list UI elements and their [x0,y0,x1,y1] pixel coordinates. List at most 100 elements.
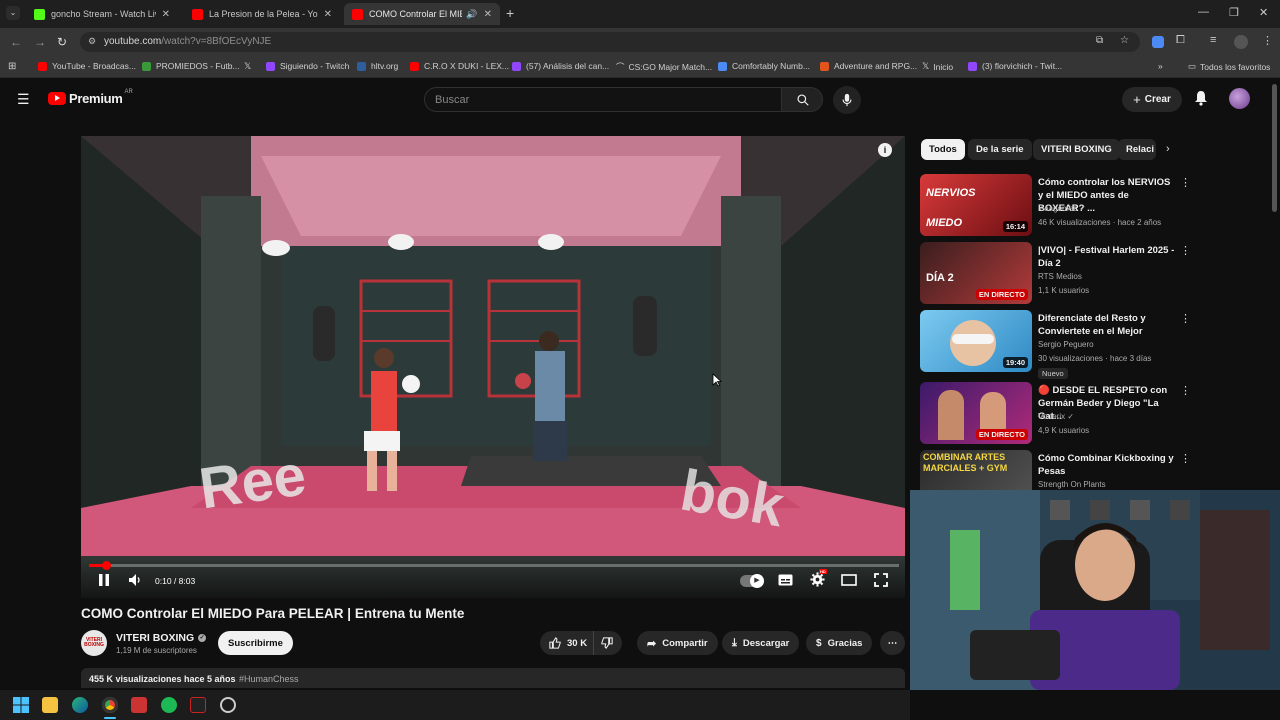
youtube-premium-logo[interactable]: Premium AR [48,89,133,106]
bookmark-item[interactable]: 𝕏 Inicio [922,61,953,72]
extensions-puzzle-icon[interactable]: ⧠ [1176,34,1185,47]
subtitles-button[interactable] [778,574,793,589]
close-window-icon[interactable]: ✕ [1259,6,1268,19]
close-tab-icon[interactable]: ✕ [324,9,332,20]
address-bar[interactable]: ⚙ youtube.com/watch?v=8BfOEcVyNJE ⧉ ☆ [80,32,1140,52]
channel-avatar[interactable]: VITERI BOXING [81,630,107,656]
video-thumbnail[interactable]: EN DIRECTO [920,382,1032,444]
browser-tab-youtube-presion[interactable]: La Presion de la Pelea - YouTub ✕ [184,3,340,25]
close-tab-icon[interactable]: ✕ [484,9,492,20]
bookmark-item[interactable]: hltv.org [357,61,398,71]
account-avatar[interactable] [1229,88,1250,109]
streaming-app-icon[interactable] [131,697,147,713]
download-button[interactable]: ⤓ Descargar [722,631,800,655]
create-button[interactable]: + Crear [1122,87,1182,112]
bookmark-item[interactable]: Siguiendo - Twitch [266,61,349,71]
bookmark-item[interactable]: YouTube - Broadcas... [38,61,136,71]
new-tab-icon[interactable]: + [506,5,514,21]
bookmark-item[interactable]: (57) Análisis del can... [512,61,609,71]
bookmark-item[interactable]: Comfortably Numb... [718,61,810,71]
forward-icon[interactable]: → [34,35,46,49]
more-vertical-icon[interactable]: ⋮ [1180,312,1191,325]
media-controls-icon[interactable]: ≡ [1210,34,1216,46]
spotify-icon[interactable] [161,697,177,713]
bookmark-item[interactable]: C.R.O X DUKI - LEX... [410,61,509,71]
reload-icon[interactable]: ↻ [57,35,67,49]
page-scrollbar[interactable] [1272,84,1277,212]
bookmarks-overflow-icon[interactable]: » [1158,61,1163,71]
settings-button[interactable]: HD [810,569,827,590]
pause-button[interactable] [98,573,110,590]
edge-browser-icon[interactable] [72,697,88,713]
like-button[interactable]: 30 K [540,631,594,655]
bookmark-item[interactable]: ⌒ CS:GO Major Match... [616,61,712,73]
share-button[interactable]: ➦ Compartir [637,631,718,655]
file-explorer-icon[interactable] [42,697,58,713]
hashtag-link[interactable]: #HumanChess [239,674,299,684]
close-tab-icon[interactable]: ✕ [162,9,170,20]
minimize-icon[interactable]: — [1198,6,1209,18]
profile-avatar[interactable] [1234,35,1248,49]
hamburger-menu-icon[interactable]: ☰ [17,91,30,108]
more-vertical-icon[interactable]: ⋮ [1180,244,1191,257]
game-launcher-icon[interactable] [190,697,206,713]
bookmark-item[interactable]: (3) florvichich - Twit... [968,61,1062,71]
description-box[interactable]: 455 K visualizaciones hace 5 años #Human… [81,668,905,688]
bookmark-label: Comfortably Numb... [732,61,810,71]
tab-search-icon[interactable]: ⌄ [6,6,20,20]
all-bookmarks-folder[interactable]: ▭ Todos los favoritos [1188,61,1270,72]
subscribe-button[interactable]: Suscribirme [218,631,293,655]
more-vertical-icon[interactable]: ⋮ [1180,176,1191,189]
bookmark-item[interactable]: Adventure and RPG... [820,61,917,71]
video-info-icon[interactable]: i [878,143,892,157]
autoplay-toggle[interactable]: ▶ [740,574,764,588]
bookmark-item[interactable]: 𝕏 [244,61,251,72]
volume-button[interactable] [128,573,143,590]
recommended-video[interactable]: DÍA 2 EN DIRECTO |VIVO| - Festival Harle… [920,242,1191,306]
progress-scrubber-handle[interactable] [102,561,111,570]
recommended-video[interactable]: EN DIRECTO 🔴 DESDE EL RESPETO con Germán… [920,382,1191,446]
notifications-bell-icon[interactable] [1194,90,1208,111]
recommended-video[interactable]: 19:40 Diferenciate del Resto y Convierte… [920,310,1191,379]
recommended-video[interactable]: NERVIOS MIEDO 16:14 Cómo controlar los N… [920,174,1191,238]
search-button[interactable] [781,87,823,112]
video-thumbnail[interactable]: NERVIOS MIEDO 16:14 [920,174,1032,236]
video-thumbnail[interactable]: COMBINAR ARTES MARCIALES + GYM [920,450,1032,490]
recommended-video[interactable]: COMBINAR ARTES MARCIALES + GYM Cómo Comb… [920,450,1190,490]
more-vertical-icon[interactable]: ⋮ [1180,384,1191,397]
chip-relacionados[interactable]: Relaci [1118,139,1156,160]
fullscreen-button[interactable] [874,573,888,590]
more-vertical-icon[interactable]: ⋮ [1180,452,1190,465]
video-thumbnail[interactable]: 19:40 [920,310,1032,372]
more-actions-button[interactable]: ⋯ [880,631,905,655]
site-info-icon[interactable]: ⚙ [88,36,96,47]
chip-de-la-serie[interactable]: De la serie [968,139,1032,160]
chip-viteri-boxing[interactable]: VITERI BOXING [1033,139,1120,160]
chrome-browser-icon[interactable] [102,697,118,713]
video-thumbnail[interactable]: DÍA 2 EN DIRECTO [920,242,1032,304]
restore-icon[interactable]: ❐ [1229,6,1239,19]
audio-playing-icon[interactable]: 🔊 [466,9,477,20]
browser-tab-kick[interactable]: goncho Stream - Watch Live on ✕ [26,3,178,25]
thanks-button[interactable]: $ Gracias [806,631,873,655]
bookmark-item[interactable]: PROMIEDOS - Futb... [142,61,240,71]
theater-mode-button[interactable] [841,574,857,589]
apps-grid-icon[interactable]: ⊞ [8,61,16,72]
link-icon: ⌒ [616,62,625,72]
channel-name[interactable]: VITERI BOXING ✓ [116,632,207,644]
windows-start-icon[interactable] [13,697,29,713]
video-progress-bar[interactable] [89,561,899,570]
voice-search-button[interactable] [833,86,861,114]
chip-todos[interactable]: Todos [921,139,965,160]
browser-tab-youtube-active[interactable]: COMO Controlar El MIEDO 🔊 ✕ [344,3,500,25]
bookmark-star-icon[interactable]: ☆ [1120,35,1129,46]
dislike-button[interactable] [594,637,613,649]
chips-next-chevron-icon[interactable]: › [1166,143,1170,155]
search-input[interactable]: Buscar [424,87,782,112]
overlay-app-icon[interactable] [220,697,236,713]
video-player[interactable]: Ree bok i [81,136,905,598]
extension-icon[interactable] [1152,36,1164,48]
install-app-icon[interactable]: ⧉ [1096,35,1103,46]
browser-menu-icon[interactable]: ⋮ [1262,34,1273,47]
back-icon[interactable]: ← [10,35,22,49]
